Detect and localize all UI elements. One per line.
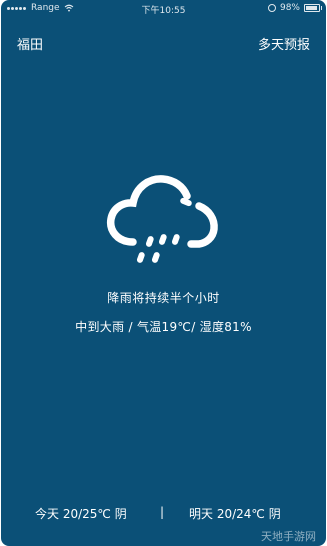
status-bar: Range 下午10:55 98% [1,0,326,16]
rain-cloud-icon [106,175,218,263]
forecast-footer: 今天 20/25℃ 阴 | 明天 20/24℃ 阴 [1,505,326,525]
weather-description: 降雨将持续半个小时 [107,291,220,305]
alarm-icon [267,4,276,12]
weather-screen: Range 下午10:55 98% 福田 多天预报 降雨将持续半个小时 中到大雨… [1,0,326,546]
weather-detail: 中到大雨 / 气温19℃/ 湿度81% [75,320,252,334]
battery-icon [304,4,322,12]
today-forecast: 今天 20/25℃ 阴 [35,507,127,521]
footer-divider: | [160,505,165,519]
tomorrow-forecast: 明天 20/24℃ 阴 [189,507,281,521]
status-right: 98% [267,3,322,13]
battery-percent: 98% [279,3,300,13]
city-name[interactable]: 福田 [17,34,43,53]
watermark: 天地手游网 [261,530,316,543]
multi-day-forecast-button[interactable]: 多天预报 [258,34,310,53]
